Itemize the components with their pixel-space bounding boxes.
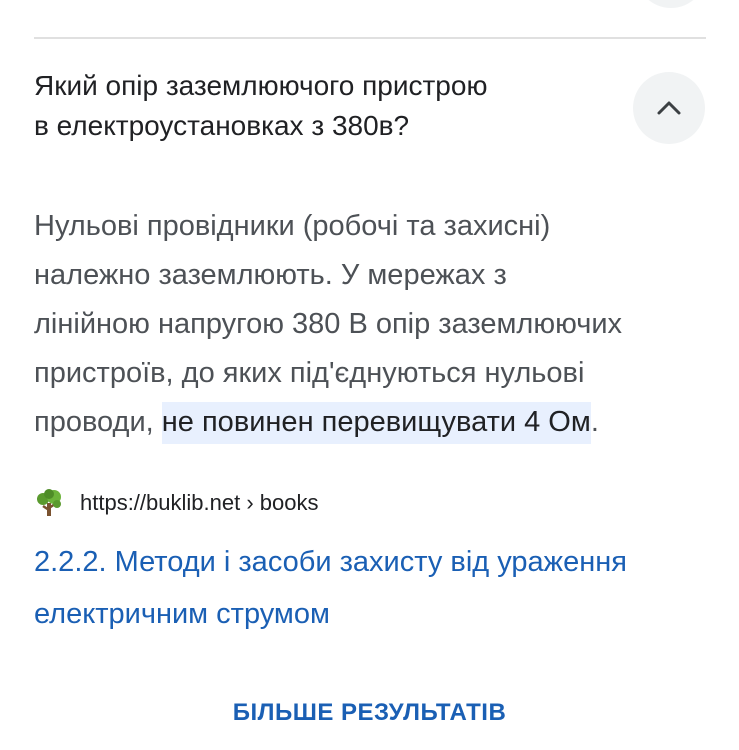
faq-question[interactable]: Який опір заземлюючого пристрою в електр… (34, 66, 614, 146)
previous-item-toggle-button[interactable] (636, 0, 706, 8)
answer-line: лінійною напругою 380 В опір заземлюючих (34, 308, 623, 340)
tree-icon (37, 489, 61, 516)
collapse-button[interactable] (633, 72, 705, 144)
answer-text: . (590, 406, 599, 438)
answer-text: проводи, (34, 406, 162, 438)
faq-question-line: Який опір заземлюючого пристрою (34, 70, 488, 101)
source-title-line: електричним струмом (34, 598, 330, 630)
source-title-link[interactable]: 2.2.2. Методи і засоби захисту від ураже… (34, 536, 724, 640)
answer-highlight: не повинен перевищувати 4 Ом (161, 402, 591, 444)
source-row[interactable]: https://buklib.net › books (34, 486, 318, 520)
source-title-line: 2.2.2. Методи і засоби захисту від ураже… (34, 546, 627, 578)
faq-answer: Нульові провідники (робочі та захисні) н… (34, 202, 714, 447)
answer-line: пристроїв, до яких під'єднуються нульові (34, 357, 585, 389)
faq-question-line: в електроустановках з 380в? (34, 110, 410, 141)
source-url: https://buklib.net › books (80, 490, 319, 515)
answer-line: Нульові провідники (робочі та захисні) (34, 210, 551, 242)
chevron-up-icon (657, 101, 681, 115)
divider (34, 37, 706, 39)
more-results-button[interactable]: БІЛЬШЕ РЕЗУЛЬТАТІВ (0, 693, 739, 733)
answer-line: належно заземлюють. У мережах з (34, 259, 507, 291)
answer-line: проводи, не повинен перевищувати 4 Ом. (34, 398, 714, 447)
